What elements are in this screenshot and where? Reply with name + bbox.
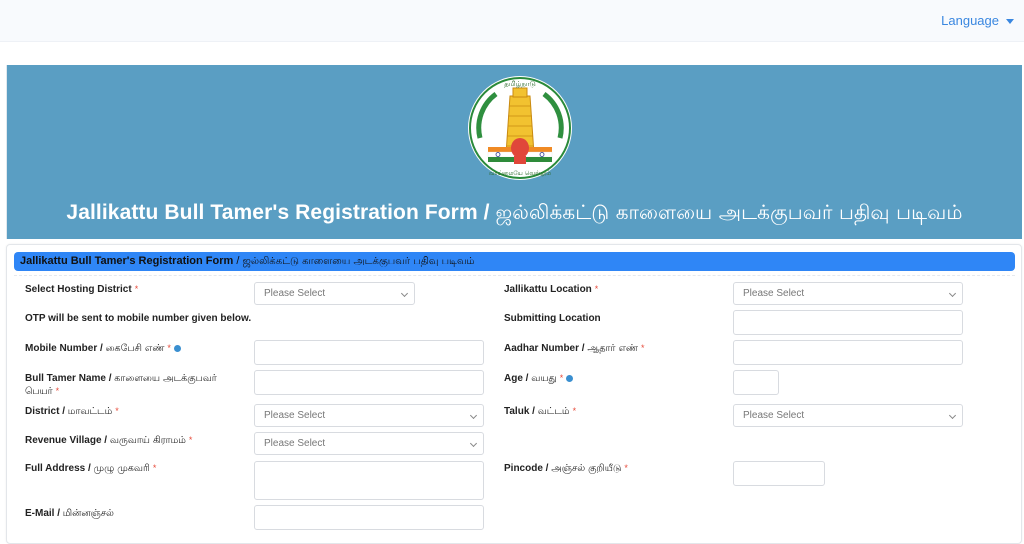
required-marker: * xyxy=(134,284,139,294)
top-navbar: Language xyxy=(0,0,1024,42)
registration-form: Jallikattu Bull Tamer's Registration For… xyxy=(6,244,1022,544)
section-header: Jallikattu Bull Tamer's Registration For… xyxy=(14,252,1015,271)
chevron-down-icon xyxy=(469,411,478,420)
required-marker: * xyxy=(594,284,599,294)
svg-text:வாய்மையே வெல்லும்: வாய்மையே வெல்லும் xyxy=(489,170,551,177)
submitting-location-label: Submitting Location xyxy=(504,313,601,324)
chevron-down-icon xyxy=(400,289,409,298)
tamer-name-input[interactable] xyxy=(254,370,484,395)
district-label: District / மாவட்டம் * xyxy=(25,406,119,417)
aadhar-number-input[interactable] xyxy=(733,340,963,365)
email-input[interactable] xyxy=(254,505,484,530)
divider xyxy=(14,275,1015,276)
age-input[interactable] xyxy=(733,370,779,395)
revenue-village-label: Revenue Village / வருவாய் கிராமம் * xyxy=(25,435,193,446)
mobile-number-label: Mobile Number / கைபேசி எண் * xyxy=(25,342,245,355)
hosting-district-select[interactable]: Please Select xyxy=(254,282,415,305)
age-label: Age / வயது * xyxy=(504,372,724,385)
jallikattu-location-label: Jallikattu Location * xyxy=(504,284,599,295)
required-marker: * xyxy=(624,463,628,473)
required-marker: * xyxy=(188,435,193,445)
help-icon[interactable] xyxy=(173,344,181,352)
revenue-village-select[interactable]: Please Select xyxy=(254,432,484,455)
page-title-ta: ஜல்லிக்கட்டு காளையை அடக்குபவர் பதிவு படி… xyxy=(495,200,963,224)
caret-down-icon xyxy=(1006,18,1014,24)
chevron-down-icon xyxy=(469,439,478,448)
required-marker: * xyxy=(559,373,564,383)
required-marker: * xyxy=(641,343,645,353)
hosting-district-label: Select Hosting District * xyxy=(25,284,139,295)
required-marker: * xyxy=(115,406,119,416)
required-marker: * xyxy=(167,343,171,353)
tamer-name-label: Bull Tamer Name / காளையை அடக்குபவர் பெயர… xyxy=(25,373,217,397)
full-address-label: Full Address / முழு முகவரி * xyxy=(25,463,157,474)
language-dropdown[interactable]: Language xyxy=(941,13,1014,28)
full-address-textarea[interactable] xyxy=(254,461,484,500)
required-marker: * xyxy=(572,406,577,416)
chevron-down-icon xyxy=(948,411,957,420)
otp-note: OTP will be sent to mobile number given … xyxy=(25,313,252,324)
section-title-en: Jallikattu Bull Tamer's Registration For… xyxy=(20,255,234,267)
required-marker: * xyxy=(55,386,60,396)
submitting-location-input[interactable] xyxy=(733,310,963,335)
jallikattu-location-select[interactable]: Please Select xyxy=(733,282,963,305)
section-title-ta: ஜல்லிக்கட்டு காளையை அடக்குபவர் பதிவு படி… xyxy=(242,256,475,267)
language-label: Language xyxy=(941,13,999,28)
pincode-label: Pincode / அஞ்சல் குறியீடு * xyxy=(504,463,628,474)
help-icon[interactable] xyxy=(566,374,574,382)
aadhar-number-label: Aadhar Number / ஆதார் எண் * xyxy=(504,343,645,354)
district-select[interactable]: Please Select xyxy=(254,404,484,427)
tamil-nadu-emblem-icon: தமிழ்நாடு வாய்மையே வெல்லும் xyxy=(468,76,572,180)
required-marker: * xyxy=(152,463,157,473)
mobile-number-input[interactable] xyxy=(254,340,484,365)
email-label: E-Mail / மின்னஞ்சல் xyxy=(25,508,114,519)
page-title-en: Jallikattu Bull Tamer's Registration For… xyxy=(66,201,496,224)
chevron-down-icon xyxy=(948,289,957,298)
svg-text:தமிழ்நாடு: தமிழ்நாடு xyxy=(504,80,535,88)
pincode-input[interactable] xyxy=(733,461,825,486)
header-banner: தமிழ்நாடு வாய்மையே வெல்லும் Jallikattu B… xyxy=(6,65,1022,239)
taluk-label: Taluk / வட்டம் * xyxy=(504,406,577,417)
page-title: Jallikattu Bull Tamer's Registration For… xyxy=(7,200,1022,227)
taluk-select[interactable]: Please Select xyxy=(733,404,963,427)
